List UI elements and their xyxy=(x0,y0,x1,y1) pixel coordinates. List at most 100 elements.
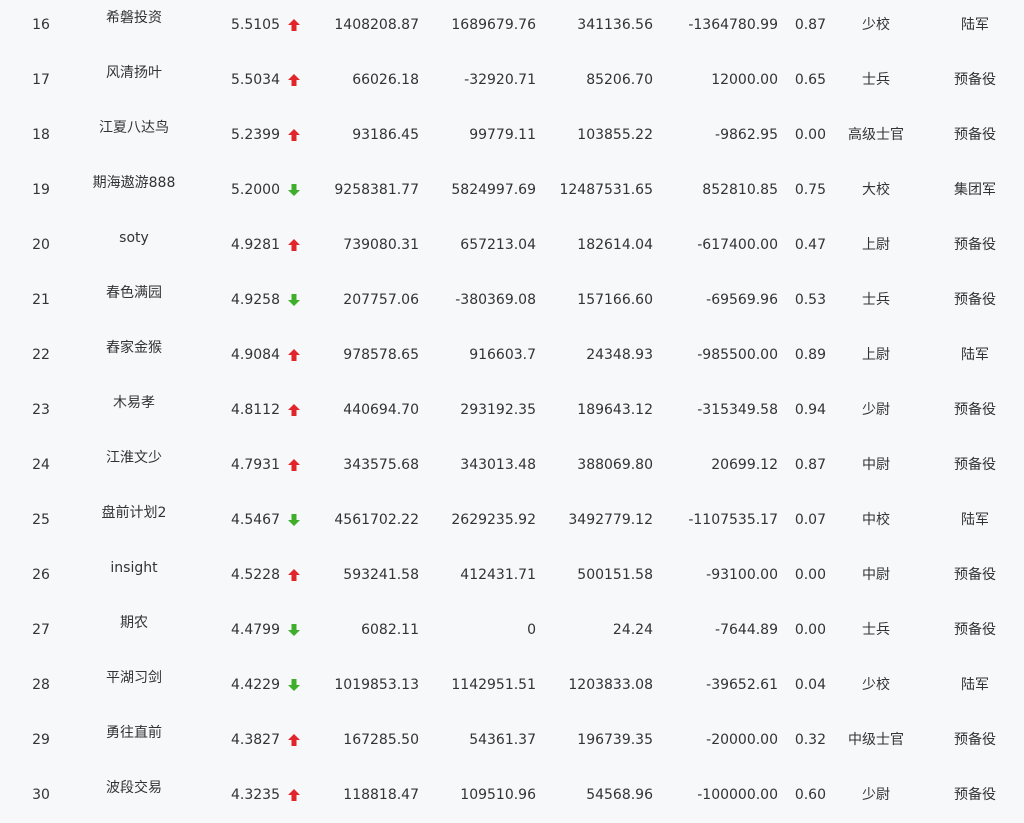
trader-name-link[interactable]: 春色满园 xyxy=(80,285,188,301)
margin-cell: 182614.04 xyxy=(577,237,653,253)
ratio-cell: 0.04 xyxy=(794,677,826,693)
equity-cell: 66026.18 xyxy=(352,72,419,88)
net-value-cell: 54361.37 xyxy=(469,732,536,748)
rank-cell: 23 xyxy=(32,402,50,418)
trader-name-link[interactable]: 平湖习剑 xyxy=(80,670,188,686)
equity-cell: 1019853.13 xyxy=(334,677,419,693)
net-value-cell: 1689679.76 xyxy=(451,17,536,33)
score-cell: 4.9281 xyxy=(231,237,280,253)
margin-cell: 54568.96 xyxy=(586,787,653,803)
trader-name-link[interactable]: 舂家金猴 xyxy=(80,340,188,356)
score-cell: 4.3827 xyxy=(231,732,280,748)
score-cell: 5.5105 xyxy=(231,17,280,33)
army-type-cell: 陆军 xyxy=(961,347,989,363)
ratio-cell: 0.07 xyxy=(794,512,826,528)
trader-name-link[interactable]: soty xyxy=(80,230,188,246)
table-row: 29 勇往直前 4.3827 167285.50 54361.37 196739.35 -2… xyxy=(0,713,1024,768)
profit-loss-cell: 20699.12 xyxy=(711,457,778,473)
net-value-cell: 99779.11 xyxy=(469,127,536,143)
profit-loss-cell: -315349.58 xyxy=(697,402,778,418)
rank-cell: 17 xyxy=(32,72,50,88)
score-cell: 4.9258 xyxy=(231,292,280,308)
ratio-cell: 0.00 xyxy=(794,567,826,583)
ratio-cell: 0.94 xyxy=(794,402,826,418)
profit-loss-cell: -93100.00 xyxy=(706,567,778,583)
margin-cell: 24.24 xyxy=(612,622,653,638)
score-cell: 4.9084 xyxy=(231,347,280,363)
equity-cell: 440694.70 xyxy=(343,402,419,418)
net-value-cell: -380369.08 xyxy=(455,292,536,308)
trader-name-link[interactable]: 木易孝 xyxy=(80,395,188,411)
ratio-cell: 0.60 xyxy=(794,787,826,803)
trader-name-link[interactable]: 盘前计划2 xyxy=(80,505,188,521)
military-rank-cell: 少尉 xyxy=(862,402,890,418)
military-rank-cell: 上尉 xyxy=(862,237,890,253)
table-row: 20 soty 4.9281 739080.31 657213.04 182614.04 -… xyxy=(0,218,1024,273)
ratio-cell: 0.00 xyxy=(794,127,826,143)
military-rank-cell: 中尉 xyxy=(862,457,890,473)
profit-loss-cell: -69569.96 xyxy=(706,292,778,308)
table-row: 22 舂家金猴 4.9084 978578.65 916603.7 24348.93 -98… xyxy=(0,328,1024,383)
arrow-up-icon xyxy=(287,128,303,142)
net-value-cell: 0 xyxy=(527,622,536,638)
arrow-up-icon xyxy=(287,733,303,747)
trader-name-link[interactable]: 期农 xyxy=(80,615,188,631)
military-rank-cell: 大校 xyxy=(862,182,890,198)
margin-cell: 85206.70 xyxy=(586,72,653,88)
table-row: 28 平湖习剑 4.4229 1019853.13 1142951.51 1203833.… xyxy=(0,658,1024,713)
arrow-up-icon xyxy=(287,238,303,252)
profit-loss-cell: -20000.00 xyxy=(706,732,778,748)
arrow-up-icon xyxy=(287,348,303,362)
score-cell: 5.2399 xyxy=(231,127,280,143)
score-cell: 4.4229 xyxy=(231,677,280,693)
military-rank-cell: 少校 xyxy=(862,17,890,33)
military-rank-cell: 少尉 xyxy=(862,787,890,803)
score-cell: 4.4799 xyxy=(231,622,280,638)
trader-name-link[interactable]: 期海遨游888 xyxy=(80,175,188,191)
military-rank-cell: 中校 xyxy=(862,512,890,528)
arrow-down-icon xyxy=(287,678,303,692)
ratio-cell: 0.87 xyxy=(794,457,826,473)
profit-loss-cell: -1364780.99 xyxy=(688,17,778,33)
military-rank-cell: 高级士官 xyxy=(848,127,904,143)
ratio-cell: 0.53 xyxy=(794,292,826,308)
arrow-up-icon xyxy=(287,458,303,472)
ratio-cell: 0.65 xyxy=(794,72,826,88)
ratio-cell: 0.32 xyxy=(794,732,826,748)
trader-name-link[interactable]: 勇往直前 xyxy=(80,725,188,741)
score-cell: 4.5467 xyxy=(231,512,280,528)
army-type-cell: 预备役 xyxy=(954,732,996,748)
army-type-cell: 预备役 xyxy=(954,622,996,638)
equity-cell: 167285.50 xyxy=(343,732,419,748)
arrow-up-icon xyxy=(287,788,303,802)
table-row: 25 盘前计划2 4.5467 4561702.22 2629235.92 3492779… xyxy=(0,493,1024,548)
equity-cell: 978578.65 xyxy=(343,347,419,363)
ratio-cell: 0.00 xyxy=(794,622,826,638)
army-type-cell: 预备役 xyxy=(954,787,996,803)
equity-cell: 207757.06 xyxy=(343,292,419,308)
arrow-down-icon xyxy=(287,623,303,637)
rank-cell: 25 xyxy=(32,512,50,528)
trader-name-link[interactable]: 希磐投资 xyxy=(80,10,188,26)
military-rank-cell: 中尉 xyxy=(862,567,890,583)
score-cell: 5.2000 xyxy=(231,182,280,198)
score-cell: 5.5034 xyxy=(231,72,280,88)
trader-name-link[interactable]: insight xyxy=(80,560,188,576)
trader-name-link[interactable]: 江淮文少 xyxy=(80,450,188,466)
profit-loss-cell: -100000.00 xyxy=(697,787,778,803)
rank-cell: 24 xyxy=(32,457,50,473)
military-rank-cell: 士兵 xyxy=(862,292,890,308)
trader-name-link[interactable]: 风清扬叶 xyxy=(80,65,188,81)
net-value-cell: 2629235.92 xyxy=(451,512,536,528)
profit-loss-cell: -1107535.17 xyxy=(688,512,778,528)
net-value-cell: 412431.71 xyxy=(460,567,536,583)
rank-cell: 18 xyxy=(32,127,50,143)
table-row: 30 波段交易 4.3235 118818.47 109510.96 54568.96 -1… xyxy=(0,768,1024,823)
trader-name-link[interactable]: 波段交易 xyxy=(80,780,188,796)
army-type-cell: 预备役 xyxy=(954,457,996,473)
table-row: 26 insight 4.5228 593241.58 412431.71 500151.… xyxy=(0,548,1024,603)
rank-cell: 28 xyxy=(32,677,50,693)
net-value-cell: 293192.35 xyxy=(460,402,536,418)
trader-name-link[interactable]: 江夏八达鸟 xyxy=(80,120,188,136)
rank-cell: 19 xyxy=(32,182,50,198)
